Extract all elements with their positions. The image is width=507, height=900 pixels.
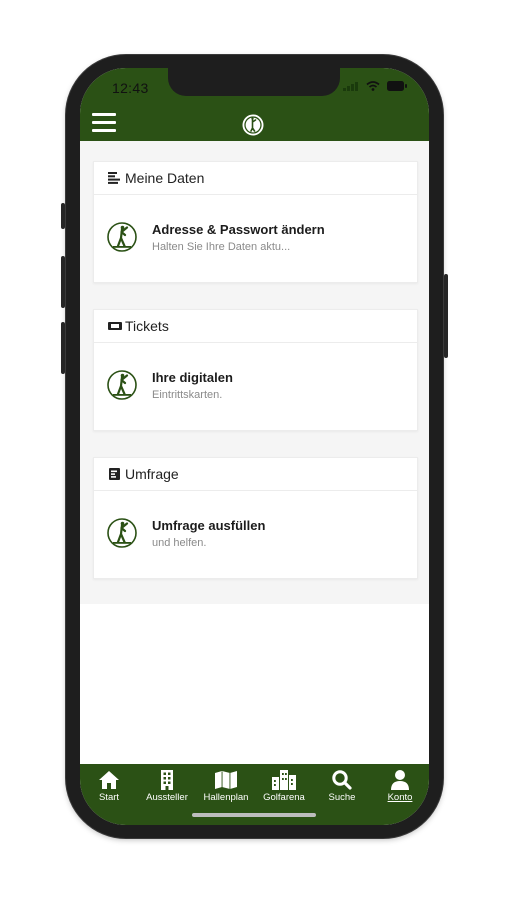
item-title: Umfrage ausfüllen [152, 518, 266, 533]
user-icon [391, 770, 409, 790]
power-button [444, 274, 448, 358]
home-indicator[interactable] [192, 813, 316, 817]
tab-label: Hallenplan [203, 792, 249, 803]
golf-logo-icon [242, 114, 264, 136]
battery-icon [387, 81, 407, 91]
tab-hallenplan[interactable]: Hallenplan [198, 770, 254, 803]
signal-icon [343, 81, 358, 91]
map-icon [215, 771, 237, 789]
tab-start[interactable]: Start [81, 770, 137, 803]
item-subtitle: Halten Sie Ihre Daten aktu... [152, 241, 291, 253]
section-header: Meine Daten [94, 162, 417, 195]
top-app-bar: 12:43 [80, 68, 429, 141]
tab-label: Konto [387, 792, 413, 803]
tab-label: Start [98, 792, 120, 803]
silent-switch [61, 203, 65, 229]
item-subtitle: und helfen. [152, 537, 207, 549]
menu-line-icon [92, 129, 116, 132]
volume-down-button [61, 322, 65, 374]
section-title: Meine Daten [125, 170, 205, 186]
search-icon [332, 770, 352, 790]
tab-label: Aussteller [146, 792, 188, 803]
poll-icon [109, 468, 120, 480]
item-title: Adresse & Passwort ändern [152, 222, 325, 237]
list-lines-icon [108, 172, 120, 184]
section-tickets: Tickets Ihre digitalen Eintrittskarten. [93, 309, 418, 431]
list-item-umfrage[interactable]: Umfrage ausfüllen und helfen. [94, 491, 417, 578]
golfer-icon [107, 518, 137, 548]
tab-label: Golfarena [263, 792, 305, 803]
account-content: Meine Daten Adresse & Passwort ändern Ha… [80, 141, 429, 604]
menu-line-icon [92, 113, 116, 116]
ticket-icon [108, 322, 122, 330]
tab-aussteller[interactable]: Aussteller [139, 770, 195, 803]
notch [168, 68, 340, 96]
section-umfrage: Umfrage Umfrage ausfüllen und helfen. [93, 457, 418, 579]
list-item-digitale-tickets[interactable]: Ihre digitalen Eintrittskarten. [94, 343, 417, 430]
status-icons [343, 81, 407, 91]
hamburger-menu-button[interactable] [92, 113, 116, 133]
status-time: 12:43 [112, 80, 149, 96]
item-subtitle: Eintrittskarten. [152, 389, 223, 401]
building-icon [161, 770, 173, 790]
item-title: Ihre digitalen [152, 370, 233, 385]
city-icon [272, 770, 296, 790]
wifi-icon [366, 81, 380, 91]
app-screen: 12:43 Meine Daten Adresse & Passwort änd… [80, 68, 429, 825]
volume-up-button [61, 256, 65, 308]
menu-line-icon [92, 121, 116, 124]
tab-suche[interactable]: Suche [314, 770, 370, 803]
tab-label: Suche [328, 792, 356, 803]
tab-konto[interactable]: Konto [372, 770, 428, 803]
section-title: Tickets [125, 318, 169, 334]
section-header: Tickets [94, 310, 417, 343]
section-meine-daten: Meine Daten Adresse & Passwort ändern Ha… [93, 161, 418, 283]
home-icon [99, 771, 119, 789]
tab-golfarena[interactable]: Golfarena [256, 770, 312, 803]
list-item-adresse-passwort[interactable]: Adresse & Passwort ändern Halten Sie Ihr… [94, 195, 417, 282]
section-title: Umfrage [125, 466, 179, 482]
golfer-icon [107, 370, 137, 400]
section-header: Umfrage [94, 458, 417, 491]
golfer-icon [107, 222, 137, 252]
